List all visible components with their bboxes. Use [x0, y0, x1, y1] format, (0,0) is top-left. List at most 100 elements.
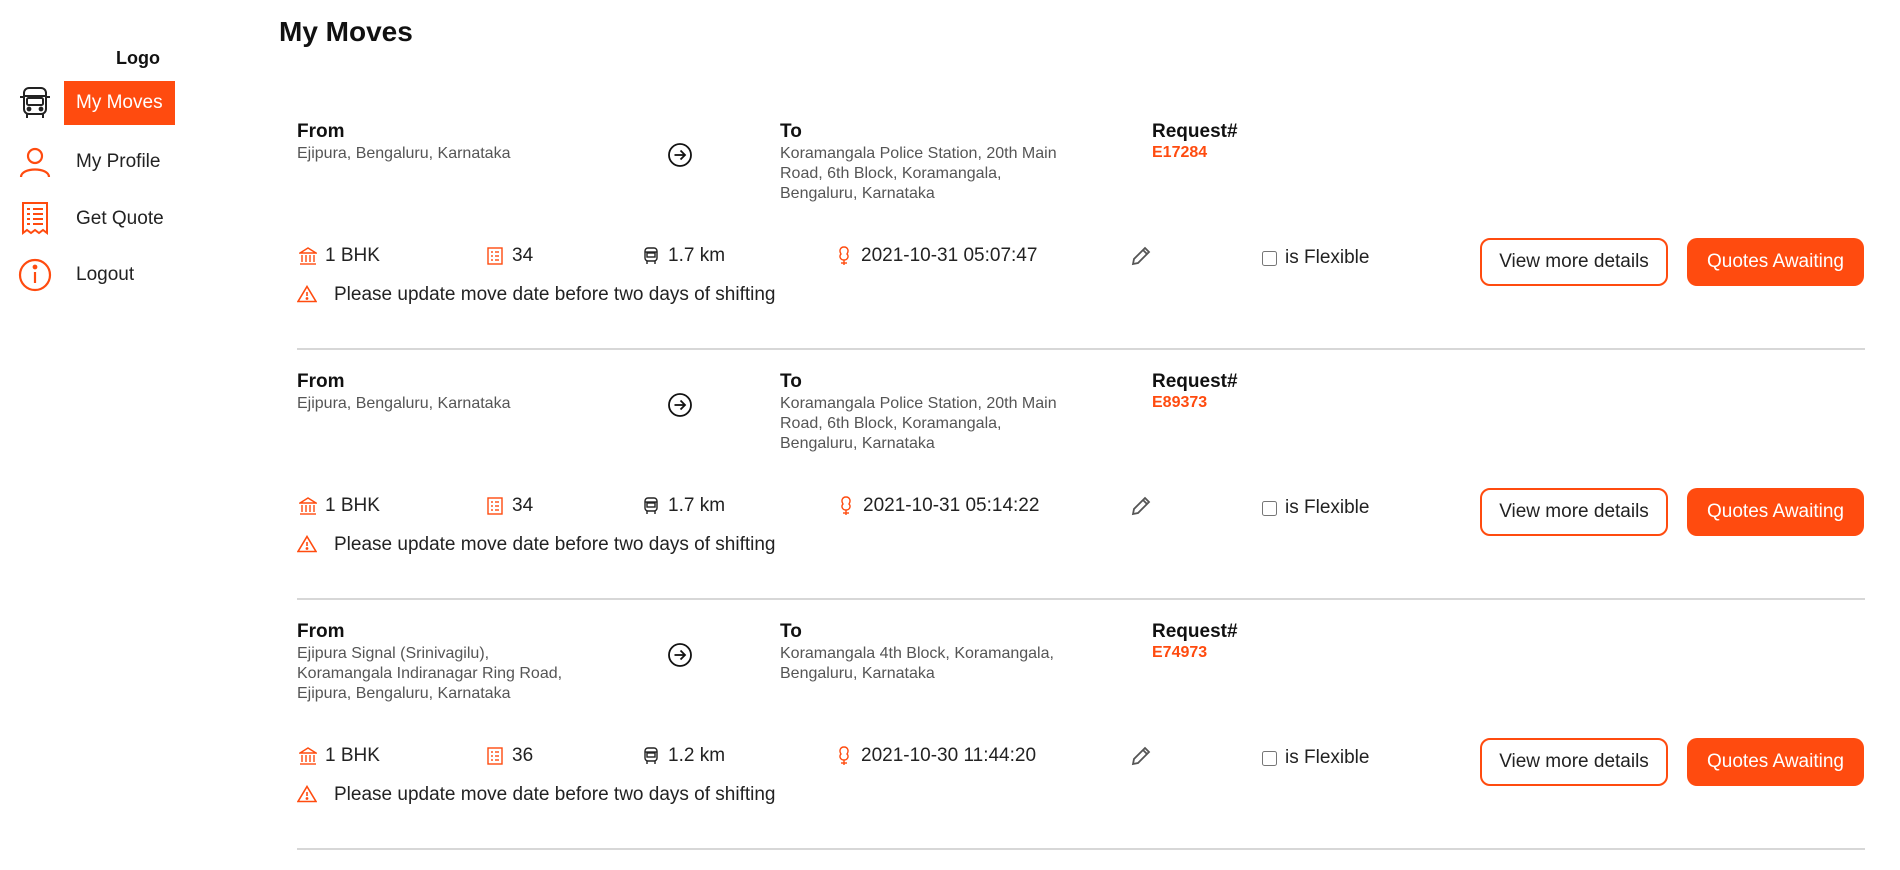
truck-icon	[16, 84, 54, 122]
warning-triangle-icon	[297, 785, 317, 805]
building-icon	[297, 745, 319, 767]
move-datetime: 2021-10-30 11:44:20	[833, 745, 1036, 767]
move-datetime: 2021-10-31 05:14:22	[835, 495, 1039, 517]
info-icon	[16, 256, 54, 294]
sidebar-item-label: My Profile	[76, 151, 161, 172]
warning-triangle-icon	[297, 285, 317, 305]
warning-message: Please update move date before two days …	[297, 784, 776, 806]
truck-icon	[640, 745, 662, 767]
distance: 1.7 km	[640, 245, 725, 267]
to-label: To	[780, 371, 802, 392]
sidebar-item-label: My Moves	[64, 81, 175, 125]
warning-text: Please update move date before two days …	[334, 784, 776, 805]
warning-text: Please update move date before two days …	[334, 534, 776, 555]
item-count-value: 34	[512, 495, 534, 516]
truck-icon	[640, 495, 662, 517]
warning-message: Please update move date before two days …	[297, 534, 776, 556]
move-card: From Ejipura, Bengaluru, Karnataka To Ko…	[297, 100, 1865, 350]
house-type-value: 1 BHK	[325, 495, 380, 516]
to-label: To	[780, 121, 802, 142]
move-card: From Ejipura Signal (Srinivagilu), Koram…	[297, 600, 1865, 850]
building-icon	[297, 245, 319, 267]
house-type: 1 BHK	[297, 245, 380, 267]
view-more-details-button[interactable]: View more details	[1480, 238, 1668, 286]
pencil-icon[interactable]	[1130, 245, 1154, 269]
sidebar-item-label: Get Quote	[76, 208, 164, 229]
list-icon	[484, 495, 506, 517]
warning-text: Please update move date before two days …	[334, 284, 776, 305]
calendar-icon	[833, 245, 855, 267]
house-type: 1 BHK	[297, 745, 380, 767]
from-address: Ejipura, Bengaluru, Karnataka	[297, 395, 511, 412]
from-address: Ejipura Signal (Srinivagilu), Koramangal…	[297, 645, 563, 702]
truck-icon	[640, 245, 662, 267]
request-number: E89373	[1152, 394, 1208, 411]
from-label: From	[297, 121, 345, 142]
house-type: 1 BHK	[297, 495, 380, 517]
receipt-icon	[16, 200, 54, 238]
list-icon	[484, 745, 506, 767]
view-more-details-button[interactable]: View more details	[1480, 738, 1668, 786]
sidebar-item-logout[interactable]: Logout	[16, 253, 146, 297]
sidebar-item-get-quote[interactable]: Get Quote	[16, 197, 176, 241]
sidebar-item-label: Logout	[76, 264, 135, 285]
distance-value: 1.7 km	[668, 495, 726, 516]
list-icon	[484, 245, 506, 267]
sidebar: Logo My Moves My Profile Get Quote Logou…	[0, 0, 260, 870]
move-datetime-value: 2021-10-30 11:44:20	[861, 745, 1037, 766]
item-count: 34	[484, 495, 533, 517]
building-icon	[297, 495, 319, 517]
arrow-right-circle-icon	[667, 642, 693, 668]
quotes-awaiting-button[interactable]: Quotes Awaiting	[1687, 738, 1864, 786]
to-address: Koramangala Police Station, 20th Main Ro…	[780, 395, 1057, 452]
item-count: 34	[484, 245, 533, 267]
from-address: Ejipura, Bengaluru, Karnataka	[297, 145, 511, 162]
is-flexible-input[interactable]	[1262, 750, 1277, 766]
warning-triangle-icon	[297, 535, 317, 555]
pencil-icon[interactable]	[1130, 495, 1154, 519]
to-label: To	[780, 621, 802, 642]
request-number: E17284	[1152, 144, 1208, 161]
page-title: My Moves	[279, 16, 413, 47]
move-datetime-value: 2021-10-31 05:14:22	[863, 495, 1040, 516]
from-label: From	[297, 621, 345, 642]
calendar-icon	[835, 495, 857, 517]
warning-message: Please update move date before two days …	[297, 284, 776, 306]
user-icon	[16, 143, 54, 181]
is-flexible-label: is Flexible	[1285, 247, 1370, 268]
house-type-value: 1 BHK	[325, 745, 380, 766]
request-number: E74973	[1152, 644, 1208, 661]
distance-value: 1.2 km	[668, 745, 726, 766]
is-flexible-label: is Flexible	[1285, 497, 1370, 518]
sidebar-item-my-moves[interactable]: My Moves	[16, 81, 175, 125]
is-flexible-checkbox[interactable]: is Flexible	[1262, 247, 1369, 269]
logo: Logo	[116, 48, 160, 68]
is-flexible-checkbox[interactable]: is Flexible	[1262, 747, 1369, 769]
quotes-awaiting-button[interactable]: Quotes Awaiting	[1687, 488, 1864, 536]
to-address: Koramangala 4th Block, Koramangala, Beng…	[780, 645, 1054, 682]
is-flexible-checkbox[interactable]: is Flexible	[1262, 497, 1369, 519]
pencil-icon[interactable]	[1130, 745, 1154, 769]
sidebar-item-my-profile[interactable]: My Profile	[16, 140, 172, 184]
item-count-value: 36	[512, 745, 534, 766]
is-flexible-label: is Flexible	[1285, 747, 1370, 768]
is-flexible-input[interactable]	[1262, 500, 1277, 516]
quotes-awaiting-button[interactable]: Quotes Awaiting	[1687, 238, 1864, 286]
distance: 1.2 km	[640, 745, 725, 767]
arrow-right-circle-icon	[667, 142, 693, 168]
distance-value: 1.7 km	[668, 245, 726, 266]
item-count-value: 34	[512, 245, 534, 266]
divider	[297, 848, 1865, 850]
is-flexible-input[interactable]	[1262, 250, 1277, 266]
view-more-details-button[interactable]: View more details	[1480, 488, 1668, 536]
move-card: From Ejipura, Bengaluru, Karnataka To Ko…	[297, 350, 1865, 600]
item-count: 36	[484, 745, 533, 767]
calendar-icon	[833, 745, 855, 767]
distance: 1.7 km	[640, 495, 725, 517]
house-type-value: 1 BHK	[325, 245, 380, 266]
arrow-right-circle-icon	[667, 392, 693, 418]
from-label: From	[297, 371, 345, 392]
request-label: Request#	[1152, 121, 1238, 142]
to-address: Koramangala Police Station, 20th Main Ro…	[780, 145, 1057, 202]
request-label: Request#	[1152, 621, 1238, 642]
